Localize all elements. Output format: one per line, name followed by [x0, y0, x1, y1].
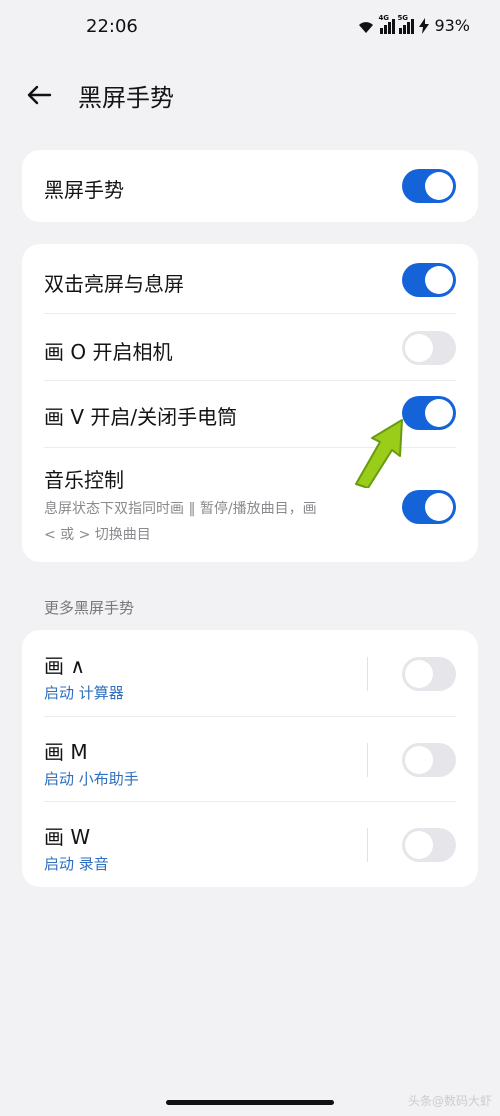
more-gesture-toggle[interactable]: [402, 743, 456, 777]
vertical-divider: [367, 828, 368, 862]
more-gesture-row[interactable]: 画 ∧ 启动 计算器: [22, 630, 478, 716]
gesture-label: 音乐控制: [44, 468, 124, 492]
more-gesture-row[interactable]: 画 W 启动 录音: [22, 801, 478, 887]
wifi-icon: [359, 21, 374, 33]
status-icons: 4G 5G 93%: [356, 14, 470, 35]
network-type-1: 4G: [378, 13, 390, 22]
gesture-row-double-tap[interactable]: 双击亮屏与息屏: [22, 244, 478, 312]
signal-icon-2: 5G: [397, 14, 415, 34]
gestures-card: 双击亮屏与息屏 画 O 开启相机 画 V 开启/关闭手电筒 音乐控制 息屏状态下…: [22, 244, 478, 562]
status-time: 22:06: [86, 16, 138, 37]
vertical-divider: [367, 657, 368, 691]
more-gesture-label: 画 M: [44, 740, 88, 764]
more-gesture-toggle[interactable]: [402, 657, 456, 691]
more-gesture-toggle[interactable]: [402, 828, 456, 862]
page-title: 黑屏手势: [78, 84, 174, 112]
main-toggle-label: 黑屏手势: [44, 178, 124, 202]
charging-icon: [419, 17, 430, 34]
battery-percent: 93%: [434, 16, 470, 35]
back-arrow-icon[interactable]: [24, 80, 54, 110]
more-gesture-action[interactable]: 启动 小布助手: [44, 768, 139, 789]
camera-toggle[interactable]: [402, 331, 456, 365]
music-description-line1: 息屏状态下双指同时画 ‖ 暂停/播放曲目，画: [44, 501, 317, 517]
more-gestures-card: 画 ∧ 启动 计算器 画 M 启动 小布助手 画 W 启动 录音: [22, 630, 478, 887]
section-label-more-gestures: 更多黑屏手势: [44, 599, 135, 617]
status-bar: 22:06 4G 5G 93%: [0, 0, 500, 56]
network-type-2: 5G: [397, 13, 409, 22]
annotation-arrow-icon: [355, 419, 403, 488]
gesture-row-camera[interactable]: 画 O 开启相机: [22, 314, 478, 380]
gesture-label: 画 O 开启相机: [44, 340, 173, 364]
signal-icon: 4G: [378, 14, 396, 34]
vertical-divider: [367, 743, 368, 777]
more-gesture-label: 画 W: [44, 825, 91, 849]
double-tap-toggle[interactable]: [402, 263, 456, 297]
gesture-label: 画 V 开启/关闭手电筒: [44, 405, 238, 429]
more-gesture-row[interactable]: 画 M 启动 小布助手: [22, 716, 478, 801]
home-indicator[interactable]: [166, 1100, 334, 1105]
main-toggle-card: 黑屏手势: [22, 150, 478, 222]
flashlight-toggle[interactable]: [402, 396, 456, 430]
more-gesture-action[interactable]: 启动 录音: [44, 853, 109, 874]
more-gesture-label: 画 ∧: [44, 654, 85, 678]
music-description-line2: < 或 > 切换曲目: [44, 527, 151, 543]
main-toggle-switch[interactable]: [402, 169, 456, 203]
music-control-toggle[interactable]: [402, 490, 456, 524]
gesture-label: 双击亮屏与息屏: [44, 272, 184, 296]
more-gesture-action[interactable]: 启动 计算器: [44, 682, 124, 703]
page-header: 黑屏手势: [0, 72, 500, 120]
watermark: 头条@数码大虾: [407, 1094, 492, 1108]
